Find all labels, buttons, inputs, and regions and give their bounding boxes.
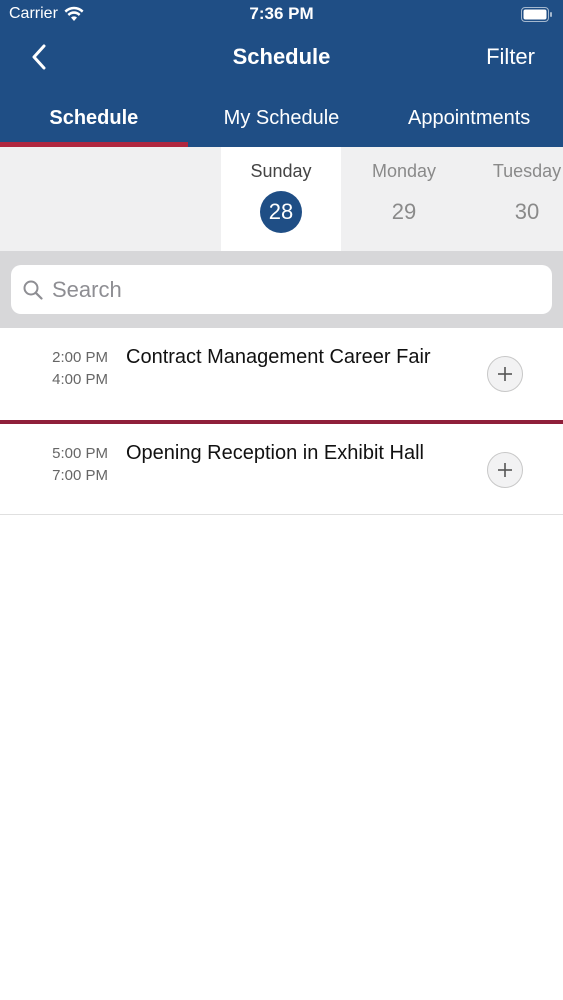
day-tuesday[interactable]: Tuesday 30 <box>467 147 563 251</box>
event-end-time: 7:00 PM <box>52 467 108 484</box>
event-start-time: 5:00 PM <box>52 445 108 462</box>
tab-my-schedule[interactable]: My Schedule <box>188 96 376 147</box>
day-name: Tuesday <box>492 161 562 181</box>
day-number: 28 <box>260 191 302 233</box>
back-button[interactable] <box>22 40 56 74</box>
day-number: 29 <box>391 199 417 224</box>
date-strip: Sunday 28 Monday 29 Tuesday 30 <box>0 147 563 251</box>
add-to-schedule-button[interactable] <box>487 356 523 392</box>
schedule-item[interactable]: 2:00 PM 4:00 PM Contract Management Care… <box>0 328 563 424</box>
nav-bar: Schedule Filter <box>0 30 563 86</box>
event-end-time: 4:00 PM <box>52 371 108 388</box>
event-start-time: 2:00 PM <box>52 349 108 366</box>
tab-appointments[interactable]: Appointments <box>375 96 563 147</box>
schedule-item[interactable]: 5:00 PM 7:00 PM Opening Reception in Exh… <box>0 424 563 515</box>
search-input[interactable] <box>52 276 532 303</box>
event-title: Opening Reception in Exhibit Hall <box>126 442 424 464</box>
day-name: Sunday <box>250 161 312 181</box>
search-box[interactable] <box>11 265 552 314</box>
tab-bar: Schedule My Schedule Appointments <box>0 96 563 147</box>
search-icon <box>23 280 43 300</box>
status-bar: Carrier 7:36 PM <box>0 0 563 30</box>
page-title: Schedule <box>232 44 331 69</box>
app-header: Carrier 7:36 PM Schedule Filter Schedule… <box>0 0 563 147</box>
day-sunday[interactable]: Sunday 28 <box>221 147 341 251</box>
event-title: Contract Management Career Fair <box>126 346 431 368</box>
plus-icon <box>498 367 512 381</box>
chevron-left-icon <box>32 44 46 70</box>
day-number: 30 <box>514 199 540 224</box>
add-to-schedule-button[interactable] <box>487 452 523 488</box>
battery-icon <box>521 7 552 22</box>
filter-button[interactable]: Filter <box>486 44 535 70</box>
plus-icon <box>498 463 512 477</box>
day-name: Monday <box>371 161 437 181</box>
status-time: 7:36 PM <box>249 4 314 23</box>
search-area <box>0 251 563 328</box>
day-monday[interactable]: Monday 29 <box>344 147 464 251</box>
tab-schedule[interactable]: Schedule <box>0 96 188 147</box>
